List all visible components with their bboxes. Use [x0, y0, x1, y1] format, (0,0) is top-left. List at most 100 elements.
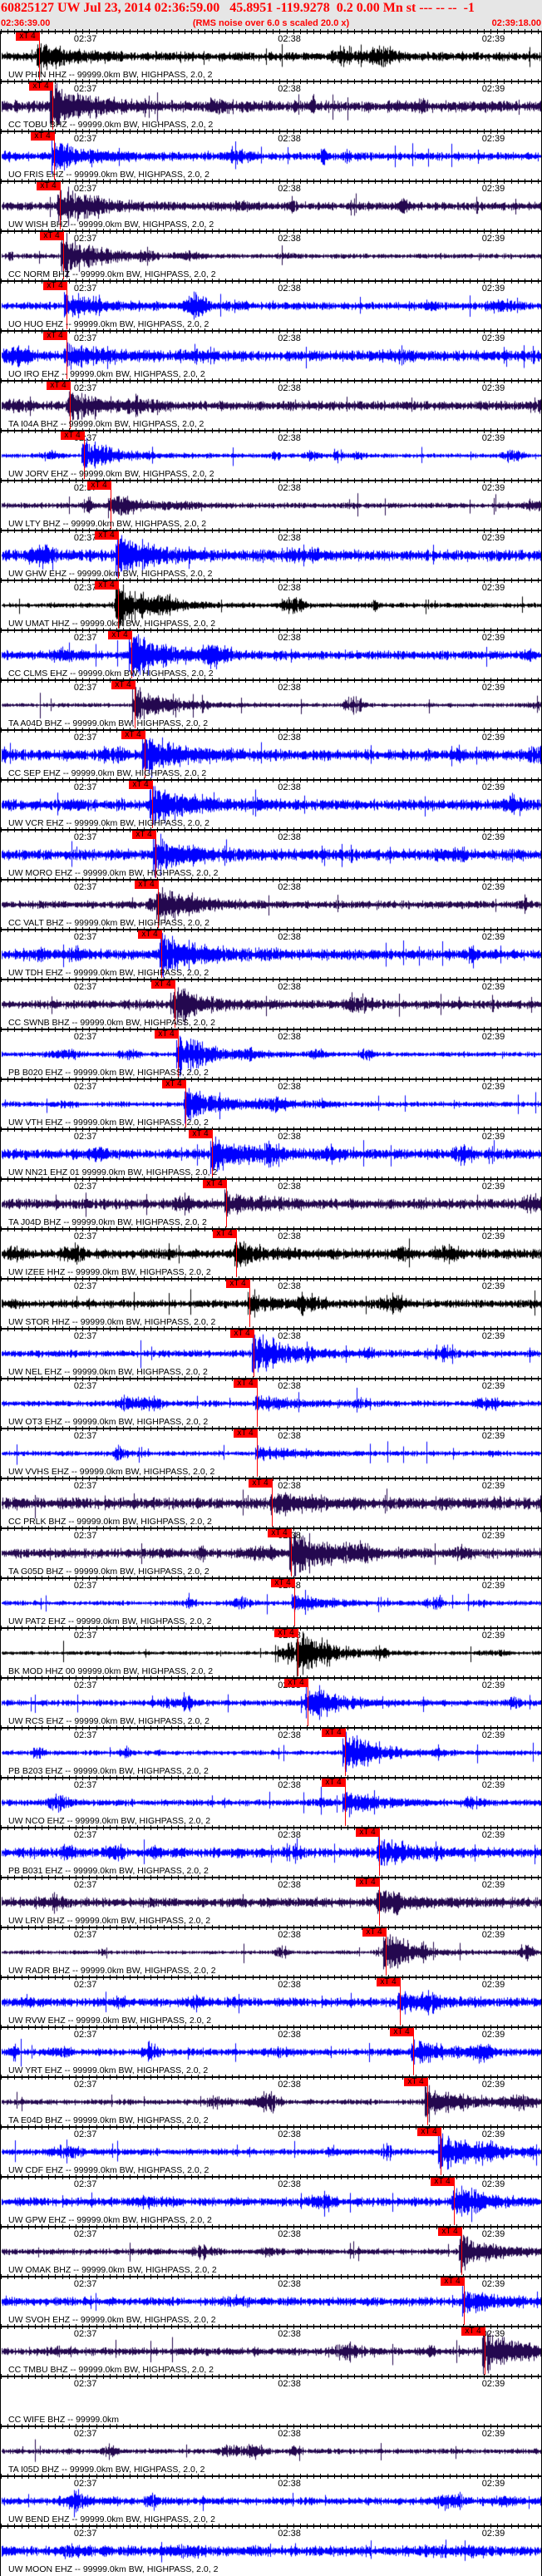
pick-marker[interactable]: xT 4 [438, 2228, 461, 2236]
trace-panel[interactable]: 02:37 02:38 02:39 xT 4 CC NORM BHZ -- 99999.… [0, 229, 542, 281]
trace-panel[interactable]: 02:37 02:38 02:39 xT 4 UW LTY BHZ -- 99999.0… [0, 478, 542, 530]
trace-panel[interactable]: 02:37 02:38 02:39 xT 4 CC SEP EHZ -- 99999.0… [0, 728, 542, 780]
trace-panel[interactable]: 02:37 02:38 02:39 xT 4 UO IRO EHZ -- 99999.0… [0, 328, 542, 381]
pick-marker[interactable]: xT 4 [31, 132, 54, 141]
pick-marker[interactable]: xT 4 [40, 232, 63, 240]
trace-panel[interactable]: 02:37 02:38 02:39 xT 4 UW WISH BHZ -- 99999.… [0, 179, 542, 231]
pick-line[interactable] [272, 1478, 273, 1527]
pick-marker[interactable]: xT 4 [461, 2327, 485, 2336]
trace-panel[interactable]: 02:37 02:38 02:39 xT 4 CC TOBU BHZ -- 99999.… [0, 79, 542, 131]
pick-marker[interactable]: xT 4 [29, 82, 52, 91]
pick-marker[interactable]: xT 4 [441, 2277, 464, 2286]
pick-marker[interactable]: xT 4 [377, 1978, 400, 1986]
pick-marker[interactable]: xT 4 [95, 581, 118, 590]
pick-marker[interactable]: xT 4 [108, 631, 131, 639]
trace-panel[interactable]: 02:3702:3802:39xT 4BK MOD HHZ 00 99999.0… [0, 1626, 542, 1678]
pick-line[interactable] [257, 1379, 258, 1427]
trace-panel[interactable]: 02:37 02:38 02:39 xT 4 UO HUO EHZ -- 99999.0… [0, 279, 542, 331]
pick-line[interactable] [226, 1179, 227, 1227]
pick-marker[interactable]: xT 4 [284, 1679, 308, 1687]
trace-panel[interactable]: 02:37 02:38 02:39 xT 4 UO FRIS EHZ -- 99999.… [0, 129, 542, 181]
pick-line[interactable] [249, 1279, 250, 1327]
pick-marker[interactable]: xT 4 [37, 182, 60, 190]
pick-line[interactable] [294, 1578, 295, 1626]
trace-panel[interactable]: 02:37 02:38 02:39 xT 4 CC SWNB BHZ -- 99999.… [0, 977, 542, 1029]
pick-line[interactable] [386, 1927, 387, 1976]
pick-marker[interactable]: xT 4 [61, 432, 84, 440]
pick-marker[interactable]: xT 4 [111, 681, 135, 689]
pick-line[interactable] [345, 1728, 346, 1776]
trace-panel[interactable]: 02:37 02:38 02:39 xT 4 UW CDF EHZ -- 99999.0… [0, 2124, 542, 2177]
pick-marker[interactable]: xT 4 [356, 1828, 379, 1837]
pick-line[interactable] [345, 1778, 346, 1826]
trace-panel[interactable]: 02:37 02:38 02:39 CC WIFE BHZ -- 99999.0km [0, 2374, 542, 2426]
trace-panel[interactable]: 02:37 02:38 02:39 xT 4 PB B020 EHZ -- 99999.… [0, 1027, 542, 1079]
pick-marker[interactable]: xT 4 [95, 531, 118, 540]
pick-marker[interactable]: xT 4 [162, 1080, 185, 1088]
trace-panel[interactable]: 02:37 02:38 02:39 xT 4 CC CLMS EHZ -- 99999.… [0, 628, 542, 680]
pick-marker[interactable]: xT 4 [135, 881, 158, 889]
pick-marker[interactable]: xT 4 [43, 282, 67, 290]
pick-line[interactable] [427, 2077, 428, 2125]
pick-marker[interactable]: xT 4 [87, 481, 111, 490]
trace-panel[interactable]: 02:37 02:38 02:39 xT 4 UW RADR BHZ -- 99999.… [0, 1925, 542, 1977]
pick-marker[interactable]: xT 4 [431, 2178, 454, 2186]
trace-panel[interactable]: 02:37 02:38 02:39 xT 4 UW VCR EHZ -- 99999.0… [0, 777, 542, 830]
trace-panel[interactable]: 02:37 02:38 02:39 xT 4 UW OT3 EHZ -- 99999.0… [0, 1376, 542, 1429]
pick-marker[interactable]: xT 4 [249, 1479, 272, 1488]
pick-marker[interactable]: xT 4 [121, 731, 145, 739]
trace-panel[interactable]: 02:37 02:38 02:39 xT 4 TA I04A BHZ -- 99999.… [0, 378, 542, 431]
trace-panel[interactable]: 02:37 02:38 02:39 xT 4 UW JORV EHZ -- 99999.… [0, 428, 542, 481]
trace-panel[interactable]: 02:37 02:38 02:39 xT 4 PB B031 EHZ -- 99999.… [0, 1825, 542, 1878]
trace-panel[interactable]: 02:37 02:38 02:39 xT 4 UW RVW EHZ -- 99999.0… [0, 1975, 542, 2027]
trace-panel[interactable]: 02:3702:3802:39xT 4TA G05D BHZ -- 99999.… [0, 1526, 542, 1578]
pick-marker[interactable]: xT 4 [138, 930, 161, 939]
trace-panel[interactable]: 02:37 02:38 02:39 xT 4 UW UMAT HHZ -- 99999.… [0, 578, 542, 630]
trace-panel[interactable]: 02:37 02:38 02:39 xT 4 UW VTH EHZ -- 99999.0… [0, 1077, 542, 1129]
trace-panel[interactable]: 02:37 02:38 02:39 xT 4 PB B203 EHZ -- 99999.… [0, 1725, 542, 1778]
pick-marker[interactable]: xT 4 [234, 1379, 257, 1388]
pick-marker[interactable]: xT 4 [271, 1579, 294, 1587]
trace-panel[interactable]: 02:37 02:38 02:39 xT 4 UW NCO EHZ -- 99999.0… [0, 1775, 542, 1828]
trace-panel[interactable]: 02:37 02:38 02:39 xT 4 TA J04D BHZ -- 99999.… [0, 1177, 542, 1229]
pick-line[interactable] [454, 2177, 455, 2225]
pick-marker[interactable]: xT 4 [213, 1230, 236, 1238]
pick-marker[interactable]: xT 4 [404, 2078, 427, 2086]
trace-panel[interactable]: 02:37 02:38 02:39 xT 4 UW LRIV BHZ -- 99999.… [0, 1875, 542, 1927]
pick-marker[interactable]: xT 4 [390, 2028, 413, 2036]
pick-marker[interactable]: xT 4 [322, 1779, 345, 1787]
trace-panel[interactable]: 02:37 02:38 02:39 xT 4 TA E04D BHZ -- 99999.… [0, 2075, 542, 2127]
pick-marker[interactable]: xT 4 [226, 1280, 249, 1288]
trace-panel[interactable]: 02:37 02:38 02:39 TA I05D BHZ -- 99999.0km … [0, 2424, 542, 2476]
trace-panel[interactable]: 02:37 02:38 02:39 xT 4 UW YRT EHZ -- 99999.0… [0, 2025, 542, 2077]
trace-panel[interactable]: 02:37 02:38 02:39 xT 4 UW STOR HHZ -- 99999.… [0, 1276, 542, 1329]
pick-marker[interactable]: xT 4 [322, 1729, 345, 1737]
pick-marker[interactable]: xT 4 [268, 1529, 291, 1537]
pick-marker[interactable]: xT 4 [47, 382, 70, 390]
pick-line[interactable] [257, 1429, 258, 1477]
pick-marker[interactable]: xT 4 [43, 332, 67, 340]
trace-panel[interactable]: 02:37 02:38 02:39 xT 4 CC VALT BHZ -- 99999.… [0, 877, 542, 930]
pick-line[interactable] [291, 1528, 292, 1577]
trace-panel[interactable]: 02:3702:3802:39xT 4UW RCS EHZ -- 99999.0… [0, 1675, 542, 1728]
pick-marker[interactable]: xT 4 [132, 831, 155, 839]
pick-marker[interactable]: xT 4 [234, 1429, 257, 1438]
pick-line[interactable] [461, 2227, 462, 2275]
pick-line[interactable] [464, 2277, 465, 2325]
trace-panel[interactable]: 02:37 02:38 02:39 xT 4 CC TMBU BHZ -- 99999.… [0, 2324, 542, 2376]
pick-line[interactable] [400, 1977, 401, 2026]
pick-marker[interactable]: xT 4 [151, 980, 175, 989]
pick-line[interactable] [413, 2027, 414, 2075]
trace-panel[interactable]: 02:37 02:38 02:39 xT 4 UW PHIN HHZ -- 99999.… [0, 29, 542, 81]
pick-marker[interactable]: xT 4 [203, 1180, 226, 1188]
pick-line[interactable] [236, 1229, 237, 1277]
trace-panel[interactable]: 02:37 02:38 02:39 xT 4 UW SVOH EHZ -- 99999.… [0, 2274, 542, 2327]
trace-panel[interactable]: 02:37 02:38 02:39 xT 4 UW IZEE HHZ -- 99999.… [0, 1226, 542, 1279]
trace-panel[interactable]: 02:37 02:38 02:39 xT 4 UW OMAK BHZ -- 99999.… [0, 2224, 542, 2277]
trace-panel[interactable]: 02:37 02:38 02:39 xT 4 UW TDH EHZ -- 99999.0… [0, 927, 542, 980]
trace-panel[interactable]: 02:37 02:38 02:39 xT 4 UW NN21 EHZ 01 99999.… [0, 1127, 542, 1179]
trace-panel[interactable]: 02:37 02:38 02:39 UW MOON EHZ -- 99999.0km … [0, 2524, 542, 2576]
pick-marker[interactable]: xT 4 [16, 32, 39, 41]
pick-marker[interactable]: xT 4 [230, 1330, 254, 1338]
trace-panel[interactable]: 02:37 02:38 02:39 UW BEND EHZ -- 99999.0km … [0, 2474, 542, 2526]
